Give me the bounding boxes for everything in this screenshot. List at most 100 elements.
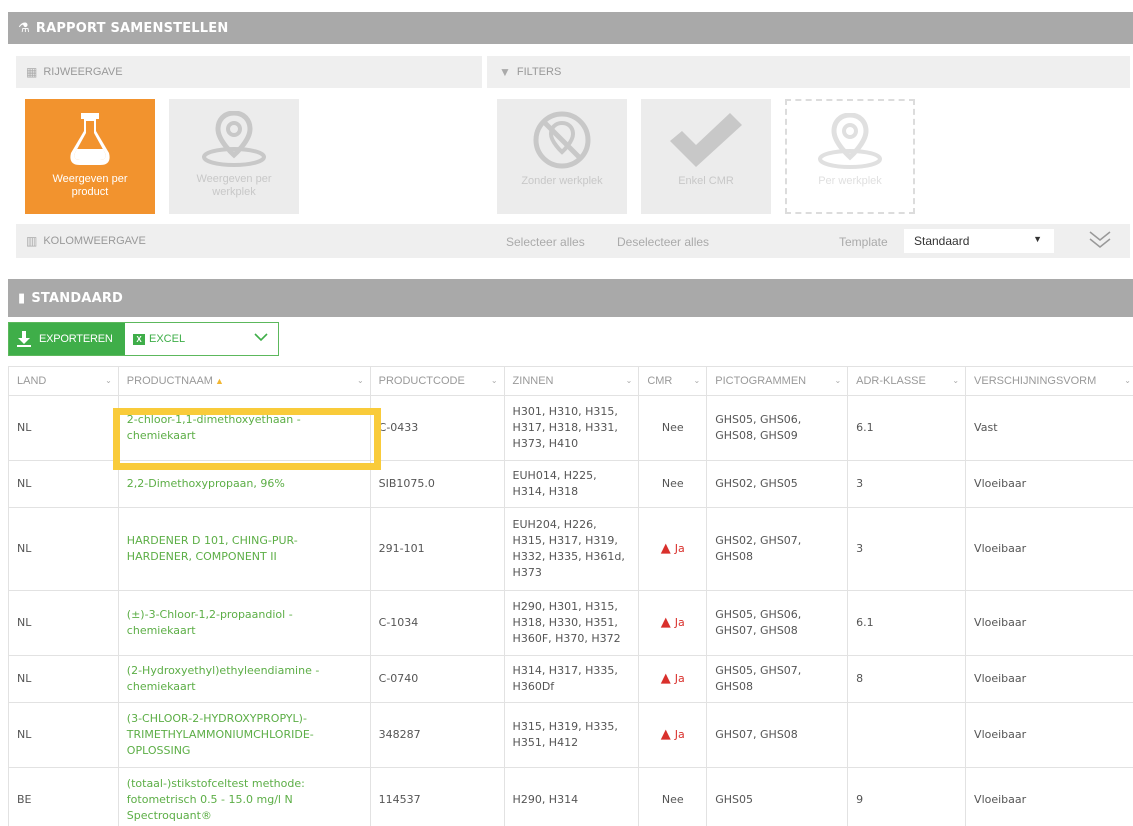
filters-bar: ▼ FILTERS: [487, 56, 1130, 88]
cmr-value: Ja: [674, 728, 685, 741]
cmr-value: Ja: [674, 672, 685, 685]
column-header-productnaam[interactable]: PRODUCTNAAM ▲ ⌄: [117, 366, 371, 396]
cell-zinnen-text: EUH014, H225, H314, H318: [512, 469, 597, 498]
cell-pictogrammen-text: GHS05: [715, 793, 754, 806]
cell-adr-klasse: [847, 702, 967, 768]
cmr-value: Ja: [674, 616, 685, 629]
cell-land: NL: [8, 590, 119, 656]
sort-ascending-icon: ▲: [214, 376, 224, 386]
select-all-link[interactable]: Selecteer alles: [506, 235, 585, 249]
cell-productcode: 348287: [369, 702, 505, 768]
export-button[interactable]: EXPORTEREN: [9, 323, 125, 355]
sort-chevron-icon: ⌄: [834, 376, 842, 385]
cell-cmr: ▲ Ja: [638, 590, 708, 656]
rijweergave-title: RIJWEERGAVE: [43, 66, 123, 78]
cell-productnaam[interactable]: (totaal-)stikstofceltest methode: fotome…: [117, 767, 371, 826]
cell-productnaam[interactable]: (3-CHLOOR-2-HYDROXYPROPYL)-TRIMETHYLAMMO…: [117, 702, 371, 768]
location-pin-icon: [202, 111, 266, 167]
warning-icon: ▲: [660, 671, 671, 686]
table-row[interactable]: NL 2-chloor-1,1-dimethoxyethaan - chemiek…: [8, 395, 1133, 461]
double-chevron-down-icon[interactable]: [1088, 228, 1112, 252]
column-header-zinnen[interactable]: ZINNEN ⌄: [503, 366, 640, 396]
cell-cmr-text: Nee: [661, 421, 684, 434]
cell-cmr: Nee: [638, 460, 708, 508]
tile-filter-per-werkplek-label: Per werkplek: [818, 175, 882, 187]
cell-pictogrammen-text: GHS05, GHS06, GHS08, GHS09: [715, 413, 802, 442]
grid-icon: ▦: [26, 65, 38, 79]
sort-chevron-icon: ⌄: [1124, 376, 1131, 385]
cell-zinnen: EUH204, H226, H315, H317, H319, H332, H3…: [503, 507, 640, 591]
report-table: LAND ⌄ PRODUCTNAAM ▲ ⌄ PRODUCTCODE ⌄ ZINNEN ⌄…: [8, 366, 1133, 826]
cell-productcode: 114537: [369, 767, 505, 826]
cell-productnaam[interactable]: (±)-3-Chloor-1,2-propaandiol - chemiekaa…: [117, 590, 371, 656]
report-title: RAPPORT SAMENSTELLEN: [35, 20, 229, 36]
tile-zonder-werkplek-label: Zonder werkplek: [521, 175, 603, 187]
cell-cmr: Nee: [638, 395, 708, 461]
table-row[interactable]: NL (±)-3-Chloor-1,2-propaandiol - chemiek…: [8, 590, 1133, 656]
cell-zinnen-text: H290, H314: [512, 793, 579, 806]
deselect-all-link[interactable]: Deselecteer alles: [617, 235, 709, 249]
column-header-pictogrammen[interactable]: PICTOGRAMMEN ⌄: [706, 366, 849, 396]
cell-productnaam-text: 2,2-Dimethoxypropaan, 96%: [126, 477, 285, 490]
tile-per-product[interactable]: Weergeven per product: [25, 99, 155, 214]
cell-productnaam[interactable]: 2,2-Dimethoxypropaan, 96%: [117, 460, 371, 508]
cell-productnaam-text: HARDENER D 101, CHING-PUR-HARDENER, COMP…: [126, 534, 298, 563]
cell-adr-klasse-text: 8: [856, 672, 864, 685]
cell-productnaam[interactable]: HARDENER D 101, CHING-PUR-HARDENER, COMP…: [117, 507, 371, 591]
cell-land-text: NL: [17, 616, 32, 629]
sort-chevron-icon: ⌄: [105, 376, 112, 385]
table-row[interactable]: NL (3-CHLOOR-2-HYDROXYPROPYL)-TRIMETHYLAM…: [8, 702, 1133, 768]
cell-zinnen-text: H290, H301, H315, H318, H330, H351, H360…: [512, 600, 621, 645]
columns-icon: ▥: [26, 234, 38, 248]
cell-pictogrammen: GHS02, GHS05: [706, 460, 849, 508]
cell-adr-klasse-text: 3: [856, 477, 864, 490]
cell-productcode-text: 291-101: [378, 542, 425, 555]
table-row[interactable]: NL HARDENER D 101, CHING-PUR-HARDENER, CO…: [8, 507, 1133, 591]
cell-verschijningsvorm: Vloeibaar: [965, 702, 1133, 768]
cell-cmr: ▲ Ja: [638, 655, 708, 703]
column-header-land[interactable]: LAND ⌄: [8, 366, 119, 396]
cell-productcode-text: 348287: [378, 728, 421, 741]
export-group: EXPORTEREN X EXCEL: [8, 322, 279, 356]
cell-verschijningsvorm: Vloeibaar: [965, 590, 1133, 656]
cell-productcode-text: C-1034: [378, 616, 419, 629]
tile-filter-per-werkplek[interactable]: Per werkplek: [785, 99, 915, 214]
cell-zinnen-text: H315, H319, H335, H351, H412: [512, 720, 618, 749]
tile-per-werkplek[interactable]: Weergeven per werkplek: [169, 99, 299, 214]
column-header-productcode[interactable]: PRODUCTCODE ⌄: [369, 366, 505, 396]
tile-enkel-cmr[interactable]: Enkel CMR: [641, 99, 771, 214]
template-label: Template: [839, 235, 888, 249]
cell-zinnen: H301, H310, H315, H317, H318, H331, H373…: [503, 395, 640, 461]
cell-productcode: C-0740: [369, 655, 505, 703]
cell-productnaam[interactable]: 2-chloor-1,1-dimethoxyethaan - chemiekaa…: [117, 395, 371, 461]
cell-adr-klasse: 6.1: [847, 395, 967, 461]
sort-chevron-icon: ⌄: [490, 376, 498, 385]
cell-adr-klasse: 3: [847, 507, 967, 591]
cell-productnaam-text: (totaal-)stikstofceltest methode: fotome…: [126, 777, 305, 822]
sort-chevron-icon: ⌄: [952, 376, 960, 385]
cell-land: BE: [8, 767, 119, 826]
template-select[interactable]: Standaard ▼: [904, 229, 1054, 253]
cell-verschijningsvorm-text: Vloeibaar: [974, 793, 1027, 806]
cell-productcode: SIB1075.0: [369, 460, 505, 508]
cell-pictogrammen-text: GHS05, GHS06, GHS07, GHS08: [715, 608, 802, 637]
download-icon: [17, 331, 31, 347]
cell-verschijningsvorm: Vloeibaar: [965, 460, 1133, 508]
cell-land-text: NL: [17, 421, 32, 434]
table-row[interactable]: BE (totaal-)stikstofceltest methode: foto…: [8, 767, 1133, 826]
column-header-verschijningsvorm[interactable]: VERSCHIJNINGSVORM ⌄: [965, 366, 1133, 396]
table-row[interactable]: NL (2-Hydroxyethyl)ethyleendiamine - chem…: [8, 655, 1133, 703]
standaard-header-bar: ▮ STANDAARD: [8, 279, 1133, 317]
cell-verschijningsvorm: Vloeibaar: [965, 655, 1133, 703]
column-header-adr-klasse[interactable]: ADR-KLASSE ⌄: [847, 366, 967, 396]
cell-zinnen: H314, H317, H335, H360Df: [503, 655, 640, 703]
column-header-cmr[interactable]: CMR ⌄: [638, 366, 708, 396]
cell-cmr: ▲ Ja: [638, 702, 708, 768]
cell-land: NL: [8, 655, 119, 703]
export-format-select[interactable]: X EXCEL: [125, 323, 278, 355]
tile-zonder-werkplek[interactable]: Zonder werkplek: [497, 99, 627, 214]
cell-pictogrammen: GHS02, GHS07, GHS08: [706, 507, 849, 591]
table-row[interactable]: NL 2,2-Dimethoxypropaan, 96% SIB1075.0 EUH0…: [8, 460, 1133, 508]
cell-productnaam[interactable]: (2-Hydroxyethyl)ethyleendiamine - chemie…: [117, 655, 371, 703]
filter-icon: ▼: [499, 65, 511, 79]
